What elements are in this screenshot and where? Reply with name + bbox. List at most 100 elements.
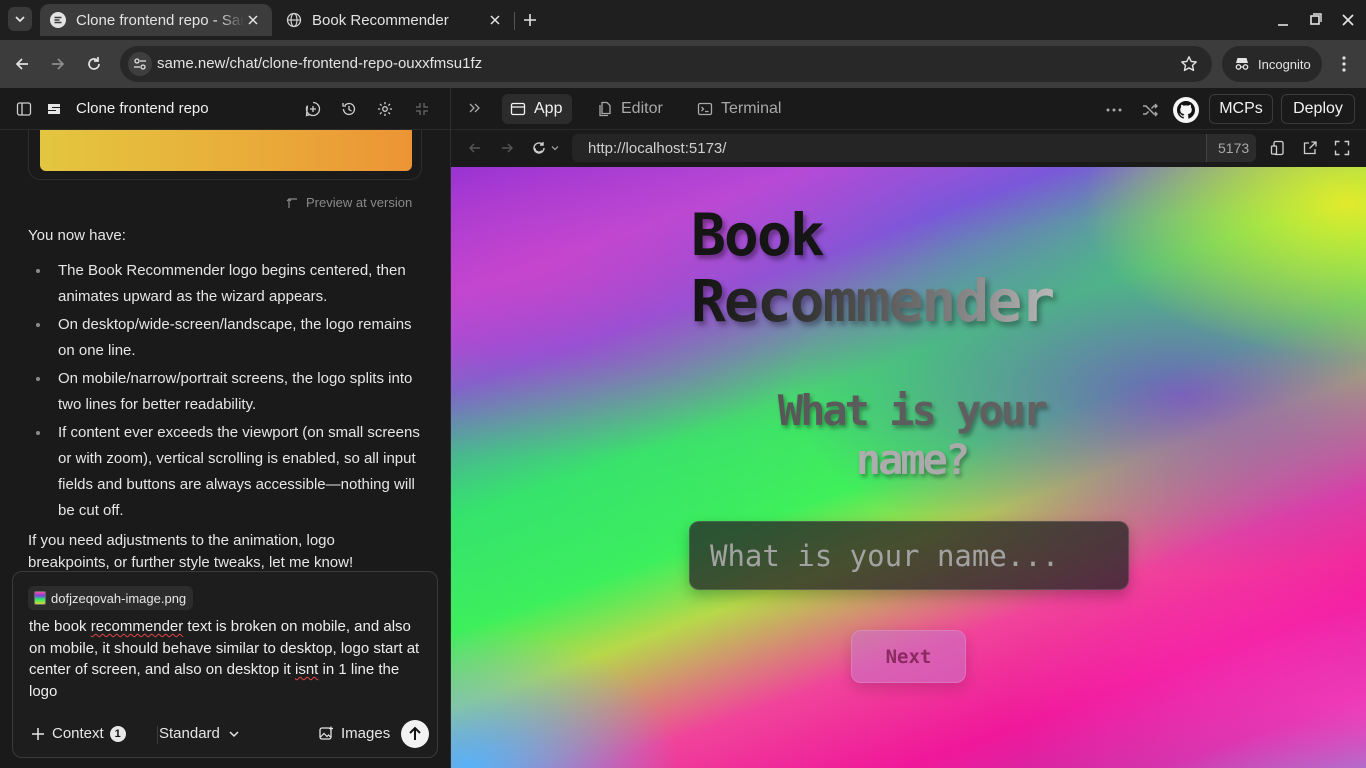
tab-separator xyxy=(514,12,515,30)
device-toggle-icon[interactable] xyxy=(1270,140,1286,156)
more-vert-icon[interactable] xyxy=(1334,54,1354,74)
deploy-button[interactable]: Deploy xyxy=(1281,94,1355,124)
preview-back-icon[interactable] xyxy=(467,140,483,156)
window-close-icon[interactable] xyxy=(1338,10,1358,30)
list-item: On mobile/narrow/portrait screens, the l… xyxy=(28,366,428,418)
question-line-1: What is your xyxy=(454,386,1366,435)
question-line-2: name? xyxy=(454,435,1366,484)
close-icon[interactable] xyxy=(244,11,262,29)
arrow-up-icon xyxy=(409,726,421,740)
context-label: Context xyxy=(52,725,104,742)
return-arrow-icon xyxy=(286,197,297,208)
workspace-header: App Editor Terminal MCPs Deploy xyxy=(451,88,1366,130)
plus-icon xyxy=(32,727,44,740)
close-icon[interactable] xyxy=(486,11,504,29)
logo-line-2: Recommender xyxy=(691,267,1055,335)
mode-select[interactable]: Standard xyxy=(159,725,240,742)
sidebar-toggle-icon[interactable] xyxy=(16,101,32,117)
preview-reload-icon[interactable] xyxy=(531,140,547,156)
reload-icon[interactable] xyxy=(84,54,104,74)
globe-icon xyxy=(286,12,302,28)
chevron-down-icon xyxy=(229,730,239,737)
double-chevron-right-icon[interactable] xyxy=(467,100,483,116)
project-title: Clone frontend repo xyxy=(76,100,209,117)
address-bar[interactable]: same.new/chat/clone-frontend-repo-ouxxfm… xyxy=(120,46,1212,82)
preview-at-version-link[interactable]: Preview at version xyxy=(286,195,412,210)
tab-clone-frontend[interactable]: Clone frontend repo - Same xyxy=(40,4,272,36)
forward-arrow-icon[interactable] xyxy=(48,54,68,74)
github-button[interactable] xyxy=(1173,97,1199,123)
message-input[interactable]: the book recommender text is broken on m… xyxy=(29,616,425,702)
tab-editor[interactable]: Editor xyxy=(589,94,673,124)
minimize-icon[interactable] xyxy=(1273,10,1293,30)
mcps-button[interactable]: MCPs xyxy=(1209,94,1273,124)
restore-icon[interactable] xyxy=(1305,10,1325,30)
name-input[interactable] xyxy=(689,521,1129,590)
shuffle-icon[interactable] xyxy=(1140,100,1160,120)
browser-tab-strip: Clone frontend repo - Same Book Recommen… xyxy=(0,0,1366,40)
more-horizontal-icon[interactable] xyxy=(1104,100,1124,120)
context-count-badge: 1 xyxy=(109,725,126,742)
app-preview: Book Recommender What is your name? Next xyxy=(451,167,1366,768)
incognito-label: Incognito xyxy=(1258,56,1311,72)
images-button[interactable]: Images xyxy=(319,725,390,742)
context-button[interactable]: Context 1 xyxy=(31,725,126,742)
misspelled-word: isnt xyxy=(295,661,319,678)
new-chat-icon[interactable] xyxy=(305,101,321,117)
history-icon[interactable] xyxy=(341,101,357,117)
attachment-chip[interactable]: dofjzeqovah-image.png xyxy=(28,586,194,610)
address-bar-url: same.new/chat/clone-frontend-repo-ouxxfm… xyxy=(157,55,483,72)
images-label: Images xyxy=(341,725,391,742)
window-icon xyxy=(510,102,526,116)
toolbar-divider xyxy=(157,726,158,744)
gear-icon[interactable] xyxy=(377,101,393,117)
tab-book-recommender[interactable]: Book Recommender xyxy=(280,4,510,36)
browser-toolbar: same.new/chat/clone-frontend-repo-ouxxfm… xyxy=(0,40,1366,88)
misspelled-word: recommender xyxy=(90,618,184,635)
files-icon xyxy=(599,101,611,117)
back-arrow-icon[interactable] xyxy=(12,54,32,74)
fullscreen-icon[interactable] xyxy=(1334,140,1350,156)
tab-title: Clone frontend repo - Same xyxy=(76,11,244,29)
list-item: On desktop/wide-screen/landscape, the lo… xyxy=(28,312,428,364)
chat-panel: Preview at version You now have: The Boo… xyxy=(0,88,450,768)
assistant-outro-text: If you need adjustments to the animation… xyxy=(28,532,354,571)
same-logo-icon xyxy=(48,104,60,114)
github-icon xyxy=(1177,101,1195,119)
mode-label: Standard xyxy=(159,725,220,742)
assistant-bullet-list: The Book Recommender logo begins centere… xyxy=(28,258,428,526)
assistant-intro-text: You now have: xyxy=(28,227,126,244)
tab-title: Book Recommender xyxy=(312,11,449,29)
list-item: The Book Recommender logo begins centere… xyxy=(28,258,428,310)
chevron-down-icon xyxy=(15,16,25,23)
image-thumbnail-icon xyxy=(34,591,46,605)
new-tab-icon[interactable] xyxy=(520,10,540,30)
incognito-indicator[interactable]: Incognito xyxy=(1222,46,1322,82)
site-info-icon[interactable] xyxy=(128,52,152,76)
tab-search-button[interactable] xyxy=(8,7,32,31)
tab-label: App xyxy=(534,100,563,117)
tab-app[interactable]: App xyxy=(502,94,573,124)
logo-line-1: Book xyxy=(691,201,825,269)
chevron-down-icon[interactable] xyxy=(551,144,559,152)
message-text: the book xyxy=(29,618,91,635)
preview-forward-icon[interactable] xyxy=(499,140,515,156)
chat-header: Clone frontend repo xyxy=(0,88,450,130)
tab-terminal[interactable]: Terminal xyxy=(689,94,791,124)
bookmark-star-icon[interactable] xyxy=(1180,55,1198,73)
composer-toolbar: Context 1 Standard Images xyxy=(13,720,439,750)
preview-url-field[interactable]: http://localhost:5173/ xyxy=(572,134,1206,162)
next-button[interactable]: Next xyxy=(851,630,966,683)
image-add-icon xyxy=(319,726,333,740)
tab-label: Terminal xyxy=(721,100,782,117)
collapse-icon[interactable] xyxy=(414,101,430,117)
terminal-icon xyxy=(697,102,713,116)
tab-label: Editor xyxy=(621,100,663,117)
attachment-filename: dofjzeqovah-image.png xyxy=(51,590,187,606)
same-favicon-icon xyxy=(50,12,66,28)
open-external-icon[interactable] xyxy=(1302,140,1318,156)
message-composer[interactable]: dofjzeqovah-image.png the book recommend… xyxy=(12,571,438,758)
send-button[interactable] xyxy=(401,720,429,748)
incognito-icon xyxy=(1235,58,1249,70)
port-selector[interactable]: 5173 xyxy=(1206,134,1256,162)
